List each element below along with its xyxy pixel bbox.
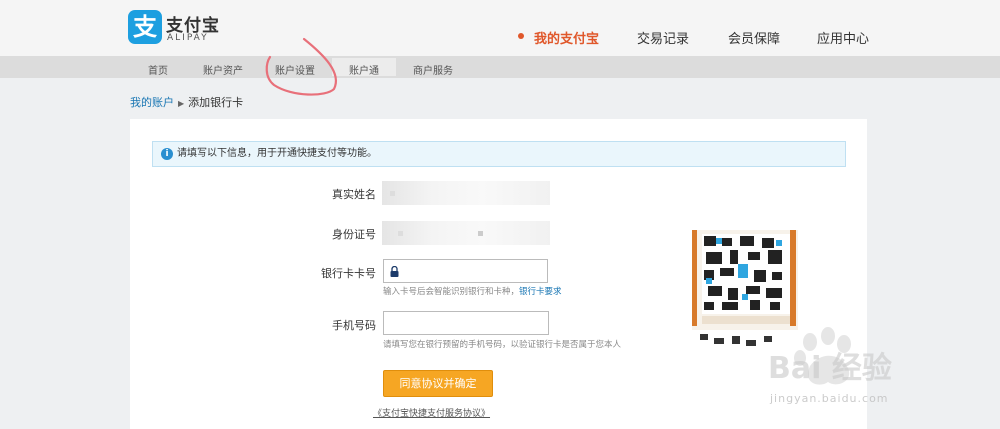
phone-input[interactable]	[383, 311, 549, 335]
logo-subtext: ALIPAY	[167, 33, 209, 43]
top-header: 支 支付宝 ALIPAY 我的支付宝 交易记录 会员保障 应用中心	[0, 0, 1000, 56]
agree-and-confirm-button[interactable]: 同意协议并确定	[383, 370, 493, 397]
sub-nav-merchant[interactable]: 商户服务	[413, 62, 453, 77]
sub-nav-account-link[interactable]: 账户通	[349, 62, 379, 77]
sub-nav: 首页 账户资产 账户设置 账户通 商户服务	[0, 56, 1000, 78]
lock-icon	[390, 266, 399, 277]
real-name-label: 真实姓名	[332, 188, 376, 201]
card-hint-text: 输入卡号后会智能识别银行和卡种，	[383, 287, 520, 297]
breadcrumb-current: 添加银行卡	[188, 96, 244, 109]
card-number-hint: 输入卡号后会智能识别银行和卡种，银行卡要求	[383, 285, 562, 297]
baidu-paw-watermark-icon: Bai 经验	[768, 327, 892, 386]
id-number-label: 身份证号	[332, 228, 376, 241]
sub-nav-home[interactable]: 首页	[148, 62, 168, 77]
card-number-input[interactable]	[383, 259, 548, 283]
info-notice: i 请填写以下信息，用于开通快捷支付等功能。	[152, 141, 846, 167]
sub-nav-assets[interactable]: 账户资产	[203, 62, 243, 77]
breadcrumb-my-account[interactable]: 我的账户	[130, 96, 174, 109]
watermark-url: jingyan.baidu.com	[770, 392, 889, 405]
nav-my-alipay[interactable]: 我的支付宝	[534, 28, 599, 47]
phone-hint: 请填写您在银行预留的手机号码，以验证银行卡是否属于您本人	[383, 340, 622, 350]
active-nav-dot-icon	[518, 33, 524, 39]
info-icon: i	[161, 148, 173, 160]
watermark-text: Bai 经验	[768, 351, 892, 386]
nav-app-center[interactable]: 应用中心	[817, 28, 869, 47]
alipay-logo[interactable]: 支 支付宝 ALIPAY	[128, 10, 248, 46]
phone-label: 手机号码	[332, 319, 376, 332]
notice-text: 请填写以下信息，用于开通快捷支付等功能。	[177, 148, 377, 159]
nav-member-protection[interactable]: 会员保障	[728, 28, 780, 47]
alipay-logo-icon: 支	[128, 10, 162, 44]
card-requirements-link[interactable]: 银行卡要求	[519, 287, 562, 297]
id-number-value-blurred	[382, 221, 550, 245]
breadcrumb: 我的账户 ▶ 添加银行卡	[130, 94, 243, 110]
breadcrumb-arrow-icon: ▶	[178, 99, 185, 108]
add-card-panel: i 请填写以下信息，用于开通快捷支付等功能。 真实姓名 身份证号 银行卡卡号 输…	[130, 119, 867, 429]
red-circle-annotation-icon	[265, 37, 337, 96]
real-name-value-blurred	[382, 181, 550, 205]
service-agreement-link[interactable]: 《支付宝快捷支付服务协议》	[373, 406, 490, 419]
card-number-label: 银行卡卡号	[321, 267, 376, 280]
nav-transactions[interactable]: 交易记录	[637, 28, 689, 47]
